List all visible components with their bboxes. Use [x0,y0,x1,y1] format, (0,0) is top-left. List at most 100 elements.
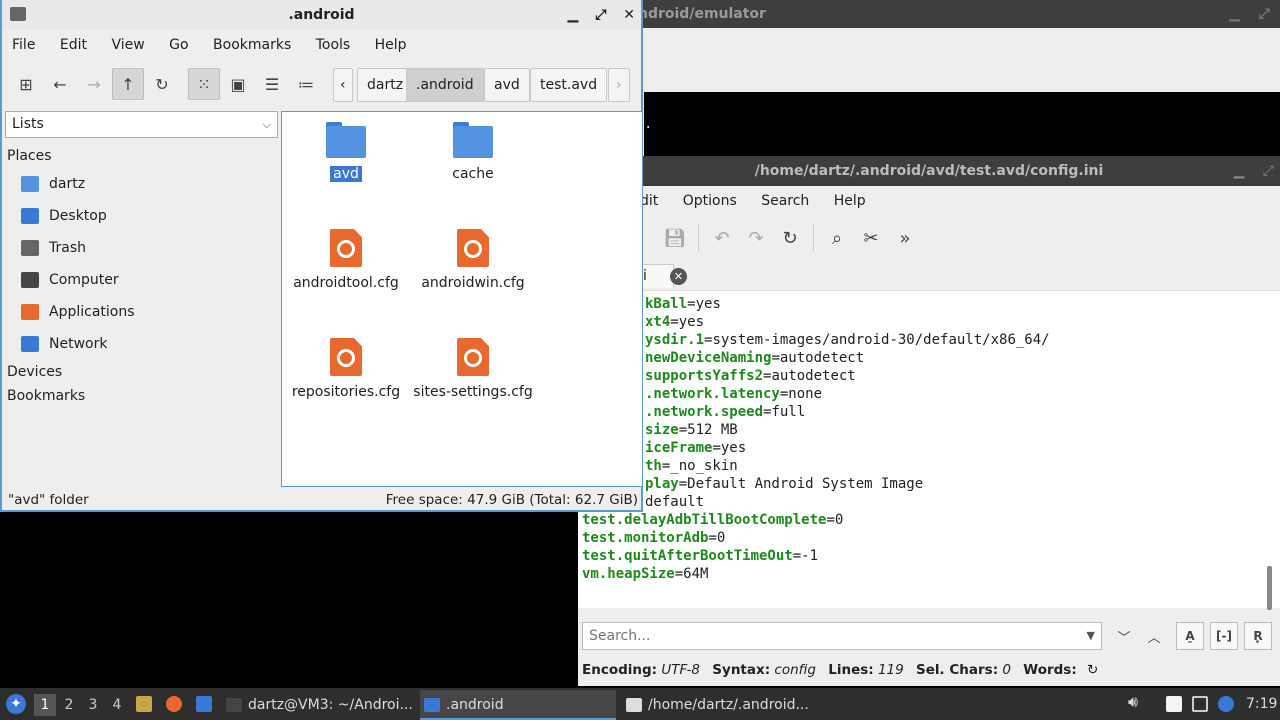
more-icon[interactable]: » [888,223,922,253]
file-manager-app-icon[interactable] [10,7,26,21]
devices-header[interactable]: Devices [5,360,278,384]
maximize-icon[interactable]: ⤢ [1259,6,1270,22]
find-icon[interactable]: ⌕ [820,223,854,253]
back-arrow-icon[interactable]: ← [44,68,76,100]
breadcrumb-test-avd[interactable]: test.avd [530,68,608,102]
workspace-4[interactable]: 4 [106,694,128,716]
menu-go[interactable]: Go [169,37,188,53]
save-icon[interactable]: 💾︎ [658,223,692,253]
taskbar-task[interactable]: /home/dartz/.android... [622,690,816,720]
display-icon[interactable] [1192,696,1208,712]
minimize-icon[interactable]: ▁ [1234,163,1245,179]
folder-item[interactable]: cache [409,120,537,182]
redo-icon[interactable]: ↷ [739,223,773,253]
update-notifier-icon[interactable] [1218,696,1234,712]
place-dartz[interactable]: dartz [5,168,278,200]
menu-help[interactable]: Help [375,37,407,53]
code-editor[interactable]: kBall=yes xt4=yes ysdir.1=system-images/an… [578,290,1280,608]
compact-view-icon[interactable]: ☰ [256,68,288,100]
code-line[interactable]: th=_no_skin [645,457,738,475]
match-case-icon[interactable]: A̱ [1176,622,1204,650]
code-line[interactable]: ysdir.1=system-images/android-30/default… [645,331,1050,349]
file-item[interactable]: sites-settings.cfg [409,338,537,400]
menu-edit[interactable]: Edit [60,37,87,53]
refresh-words-icon[interactable]: ↻ [1087,662,1098,678]
breadcrumb-scroll-left[interactable]: ‹ [333,68,353,102]
find-replace-icon[interactable]: ✂ [854,223,888,253]
maximize-icon[interactable]: ⤢ [1263,163,1274,179]
code-line[interactable]: newDeviceNaming=autodetect [645,349,864,367]
file-item[interactable]: repositories.cfg [282,338,410,400]
menu-view[interactable]: View [111,37,144,53]
terminal-window[interactable]: ndroid/emulator ▁ ⤢ . [580,0,1280,156]
editor-scrollbar[interactable] [1267,566,1272,610]
code-line[interactable]: .network.speed=full [645,403,805,421]
place-trash[interactable]: Trash [5,232,278,264]
workspace-2[interactable]: 2 [58,694,80,716]
terminal-output[interactable]: . [644,92,1280,156]
code-line[interactable]: test.quitAfterBootTimeOut=-1 [582,547,818,565]
start-menu-icon[interactable]: ✦ [6,694,26,714]
code-line[interactable]: vm.heapSize=64M [582,565,708,583]
chevron-down-icon[interactable]: ▼ [1087,623,1095,649]
minimize-icon[interactable]: ▁ [568,7,579,23]
menu-help[interactable]: Help [834,193,866,209]
find-next-icon[interactable]: ﹀ [1110,622,1138,650]
new-tab-icon[interactable]: ⊞ [10,68,42,100]
forward-arrow-icon[interactable]: → [78,68,110,100]
code-line[interactable]: play=Default Android System Image [645,475,923,493]
code-line[interactable]: .network.latency=none [645,385,822,403]
tab-config-ini[interactable]: i ✕ [640,264,687,288]
workspace-1[interactable]: 1 [34,694,56,716]
menu-file[interactable]: File [12,37,35,53]
places-header[interactable]: Places [5,144,278,168]
code-line[interactable]: test.delayAdbTillBootComplete=0 [582,511,843,529]
file-manager-titlebar[interactable]: .android ▁ ⤢ ✕ [2,0,641,30]
volume-icon[interactable]: 🔊︎ [1128,692,1144,711]
file-item[interactable]: androidtool.cfg [282,229,410,291]
folder-item[interactable]: avd [282,120,410,182]
terminal-titlebar[interactable]: ndroid/emulator ▁ ⤢ [580,0,1280,28]
show-desktop-icon[interactable] [196,696,212,712]
breadcrumb-scroll-right[interactable]: › [608,68,630,102]
editor-window[interactable]: /home/dartz/.android/avd/test.avd/config… [578,156,1280,686]
place-computer[interactable]: Computer [5,264,278,296]
search-input[interactable]: Search... ▼ [582,622,1102,650]
breadcrumb-avd[interactable]: avd [484,68,530,102]
file-view[interactable]: avd cache androidtool.cfg androidwin.cfg rep… [281,111,643,487]
bookmarks-header[interactable]: Bookmarks [5,384,278,408]
menu-bookmarks[interactable]: Bookmarks [213,37,291,53]
find-previous-icon[interactable]: ︿ [1140,622,1168,650]
place-network[interactable]: Network [5,328,278,360]
place-desktop[interactable]: Desktop [5,200,278,232]
menu-tools[interactable]: Tools [316,37,351,53]
regex-icon[interactable]: R͓ [1244,622,1272,650]
up-arrow-icon[interactable]: ↑ [112,68,144,100]
undo-icon[interactable]: ↶ [705,223,739,253]
editor-titlebar[interactable]: /home/dartz/.android/avd/test.avd/config… [578,156,1280,186]
clock[interactable]: 7:19 [1246,688,1277,720]
icon-view-icon[interactable]: ⁙ [188,68,220,100]
maximize-icon[interactable]: ⤢ [595,7,606,23]
breadcrumb-android[interactable]: .android [406,68,484,102]
menu-options[interactable]: Options [683,193,737,209]
minimize-icon[interactable]: ▁ [1229,6,1240,22]
menu-search[interactable]: Search [761,193,809,209]
code-line[interactable]: xt4=yes [645,313,704,331]
close-icon[interactable]: ✕ [623,7,635,23]
code-line[interactable]: kBall=yes [645,295,721,313]
code-line[interactable]: supportsYaffs2=autodetect [645,367,856,385]
firefox-icon[interactable] [166,696,182,712]
taskbar-task[interactable]: dartz@VM3: ~/Androi... [222,690,416,720]
close-tab-icon[interactable]: ✕ [670,268,687,285]
workspace-3[interactable]: 3 [82,694,104,716]
place-applications[interactable]: Applications [5,296,278,328]
reload-icon[interactable]: ↻ [146,68,178,100]
files-launcher-icon[interactable] [136,696,152,712]
side-pane-mode-select[interactable]: Lists ⌵ [5,111,278,138]
file-manager-window[interactable]: .android ▁ ⤢ ✕ File Edit View Go Bookmar… [0,0,643,512]
code-line[interactable]: default [645,493,704,511]
clipboard-icon[interactable] [1166,696,1182,712]
reload-icon[interactable]: ↻ [773,223,807,253]
whole-word-icon[interactable]: [-] [1210,622,1238,650]
